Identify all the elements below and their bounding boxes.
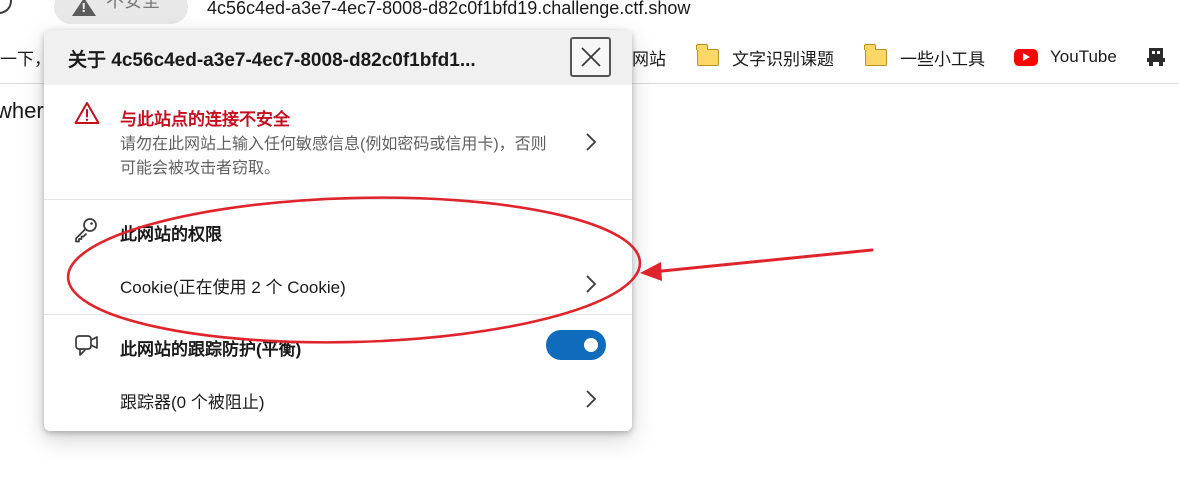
bookmark-item-site[interactable]: 网站 [632,45,666,69]
chevron-right-icon[interactable] [585,132,597,152]
address-bar: 不安全 4c56c4ed-a3e7-4ec7-8008-d82c0f1bfd19… [0,0,1179,30]
chevron-right-icon[interactable] [585,274,597,294]
security-status-label: 不安全 [106,0,160,11]
page-text-fragment: wher [0,98,44,123]
bookmark-label: 文字识别课题 [732,49,834,69]
tracking-prevention-toggle[interactable] [546,330,606,360]
bookmark-label: 网站 [632,49,666,69]
bookmark-youtube[interactable]: YouTube [1014,45,1117,69]
bookmark-folder-tools[interactable]: 一些小工具 [864,43,985,69]
reload-icon[interactable] [0,0,12,14]
permissions-title: 此网站的权限 [120,225,222,244]
folder-icon [696,43,719,66]
connection-warning-title: 与此站点的连接不安全 [120,110,290,129]
url-text[interactable]: 4c56c4ed-a3e7-4ec7-8008-d82c0f1bfd19.cha… [207,0,690,20]
popup-header: 关于 4c56c4ed-a3e7-4ec7-8008-d82c0f1bfd1..… [44,30,632,85]
chevron-right-icon[interactable] [585,389,597,409]
annotation-arrowhead [640,262,662,281]
tracking-prevention-icon [75,335,98,356]
toggle-knob [584,338,598,352]
cookie-row-label: Cookie(正在使用 2 个 Cookie) [120,278,346,297]
site-info-popup: 关于 4c56c4ed-a3e7-4ec7-8008-d82c0f1bfd1..… [44,30,632,431]
warning-triangle-icon [72,0,96,16]
folder-icon [864,43,887,66]
robot-icon[interactable] [1146,46,1166,68]
browser-window: 不安全 4c56c4ed-a3e7-4ec7-8008-d82c0f1bfd19… [0,0,1179,489]
warning-icon [74,102,100,124]
bookmark-folder-ocr[interactable]: 文字识别课题 [696,43,834,69]
close-icon [581,47,601,67]
key-icon [75,218,97,243]
popup-title: 关于 4c56c4ed-a3e7-4ec7-8008-d82c0f1bfd1..… [68,50,476,71]
connection-warning-description: 请勿在此网站上输入任何敏感信息(例如密码或信用卡)，否则可能会被攻击者窃取。 [120,136,547,177]
annotation-arrow-shaft [650,248,874,274]
divider [44,199,632,200]
bookmark-label: 一些小工具 [900,49,985,69]
bookmark-label: YouTube [1050,47,1117,66]
security-indicator-button[interactable]: 不安全 [54,0,188,24]
tracking-prevention-title: 此网站的跟踪防护(平衡) [120,340,302,359]
divider [44,314,632,315]
close-button[interactable] [570,37,611,77]
youtube-icon [1014,48,1038,66]
trackers-row-label: 跟踪器(0 个被阻止) [120,393,265,412]
